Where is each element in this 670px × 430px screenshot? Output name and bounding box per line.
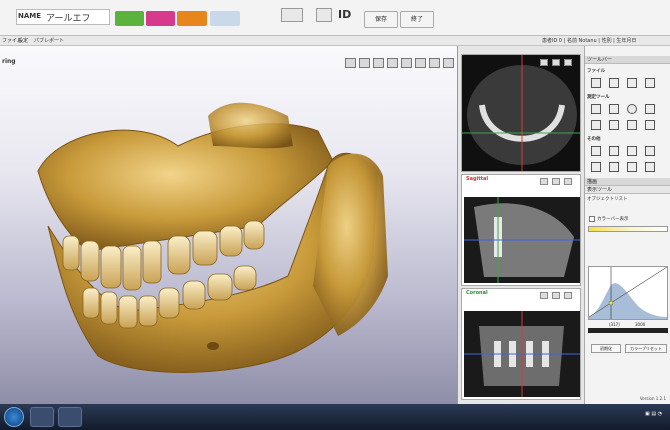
axial-view[interactable] bbox=[461, 54, 581, 172]
view-front-icon[interactable] bbox=[345, 58, 356, 68]
id-label: ID bbox=[338, 8, 352, 21]
version-text: Version 1.2.1 bbox=[639, 396, 666, 401]
sagittal-zoom-icon[interactable] bbox=[552, 178, 560, 185]
patient-info: 患者ID 0 | 名前 Notanu | 性別 | 生年月日 bbox=[542, 38, 637, 44]
name-label: NAME bbox=[18, 12, 42, 20]
view-left-icon[interactable] bbox=[359, 58, 370, 68]
view-top-icon[interactable] bbox=[387, 58, 398, 68]
coronal-zoom-icon[interactable] bbox=[552, 292, 560, 299]
save-button[interactable]: 保存 bbox=[364, 11, 398, 28]
layout-icon[interactable] bbox=[281, 8, 303, 22]
view-back-icon[interactable] bbox=[415, 58, 426, 68]
sagittal-view[interactable]: Sagittal bbox=[461, 174, 581, 286]
taskbar-app-icon[interactable] bbox=[30, 407, 54, 427]
sagittal-image bbox=[464, 197, 580, 283]
rotate-icon[interactable] bbox=[645, 146, 655, 156]
pink-mode-button[interactable] bbox=[146, 11, 175, 26]
axial-save-icon[interactable] bbox=[564, 59, 572, 66]
window-value-right: 3000 bbox=[635, 322, 646, 327]
angle-icon[interactable] bbox=[609, 104, 619, 114]
save-file-icon[interactable] bbox=[609, 78, 619, 88]
delete-icon[interactable] bbox=[645, 120, 655, 130]
export-icon[interactable] bbox=[627, 78, 637, 88]
start-button[interactable] bbox=[4, 407, 24, 427]
3d-viewport[interactable]: ring bbox=[0, 46, 458, 404]
implant-icon[interactable] bbox=[591, 146, 601, 156]
arrow-tool-icon[interactable] bbox=[609, 120, 619, 130]
polygon-icon[interactable] bbox=[645, 104, 655, 114]
zoom-icon[interactable] bbox=[609, 162, 619, 172]
slice-views: Sagittal Coronal bbox=[458, 46, 584, 404]
axial-image bbox=[462, 55, 580, 171]
monitor-icon[interactable] bbox=[316, 8, 332, 22]
orange-mode-button[interactable] bbox=[177, 11, 207, 26]
view-right-icon[interactable] bbox=[373, 58, 384, 68]
toolbar-header: ツールバー bbox=[585, 56, 670, 64]
window-value-left: (317) bbox=[609, 322, 620, 327]
sagittal-view-icon[interactable] bbox=[540, 178, 548, 185]
colorbar-checkbox-label: カラーバー表示 bbox=[597, 217, 629, 222]
coronal-view-icon[interactable] bbox=[540, 292, 548, 299]
circle-tool-icon[interactable] bbox=[627, 104, 637, 114]
sagittal-title: Sagittal bbox=[466, 176, 489, 182]
exit-button[interactable]: 終了 bbox=[400, 11, 434, 28]
display-header: 描画 bbox=[585, 178, 670, 186]
object-list-label: オブジェクトリスト bbox=[587, 197, 628, 202]
print-icon[interactable] bbox=[645, 78, 655, 88]
menu-settings[interactable]: 設定 bbox=[18, 37, 28, 44]
color-preset-button[interactable]: カラープリセット bbox=[625, 344, 667, 353]
line-tool-icon[interactable] bbox=[591, 120, 601, 130]
measure-section-label: 測定ツール bbox=[587, 95, 610, 100]
reset-view-icon[interactable] bbox=[429, 58, 440, 68]
file-section-label: ファイル bbox=[587, 69, 605, 74]
coronal-save-icon[interactable] bbox=[564, 292, 572, 299]
coronal-title: Coronal bbox=[466, 290, 488, 296]
color-bar[interactable] bbox=[588, 226, 668, 232]
menu-bar: ファイル 設定 パブレポート 患者ID 0 | 名前 Notanu | 性別 |… bbox=[0, 36, 670, 46]
wave-icon[interactable] bbox=[645, 162, 655, 172]
axial-zoom-icon[interactable] bbox=[552, 59, 560, 66]
brightness-icon[interactable] bbox=[627, 162, 637, 172]
sagittal-save-icon[interactable] bbox=[564, 178, 572, 185]
crop-icon[interactable] bbox=[627, 146, 637, 156]
coronal-image bbox=[464, 311, 580, 397]
clock-icon: ▣ ▤ ◔ bbox=[645, 411, 662, 417]
camera-icon[interactable] bbox=[443, 58, 454, 68]
patient-name-value: アールエフ bbox=[46, 14, 91, 24]
viewport-label: ring bbox=[2, 58, 16, 65]
jaw-3d-model bbox=[37, 102, 388, 373]
tone-curve-editor[interactable] bbox=[588, 266, 668, 320]
ruler-icon[interactable] bbox=[591, 104, 601, 114]
taskbar-app-icon-2[interactable] bbox=[58, 407, 82, 427]
display-tools-label: 表示ツール bbox=[585, 186, 670, 194]
tools-panel: ツールバー ファイル 測定ツール その他 描画 表示ツール オブジェクトリスト … bbox=[584, 46, 670, 404]
coronal-view[interactable]: Coronal bbox=[461, 288, 581, 400]
tone-curve bbox=[588, 266, 668, 319]
axial-view-icon[interactable] bbox=[540, 59, 548, 66]
text-tool-icon[interactable] bbox=[627, 120, 637, 130]
nerve-icon[interactable] bbox=[609, 146, 619, 156]
window-slider[interactable] bbox=[588, 328, 668, 333]
pan-icon[interactable] bbox=[591, 162, 601, 172]
colorbar-checkbox[interactable] bbox=[589, 216, 595, 222]
taskbar: ▣ ▤ ◔ bbox=[0, 404, 670, 430]
other-section-label: その他 bbox=[587, 137, 601, 142]
app-header: NAME アールエフ ID 保存 終了 bbox=[0, 0, 670, 36]
disabled-mode-button bbox=[210, 11, 240, 26]
green-mode-button[interactable] bbox=[115, 11, 144, 26]
open-file-icon[interactable] bbox=[591, 78, 601, 88]
view-bottom-icon[interactable] bbox=[401, 58, 412, 68]
menu-report[interactable]: パブレポート bbox=[34, 37, 64, 44]
reset-button[interactable]: 初期化 bbox=[591, 344, 621, 353]
